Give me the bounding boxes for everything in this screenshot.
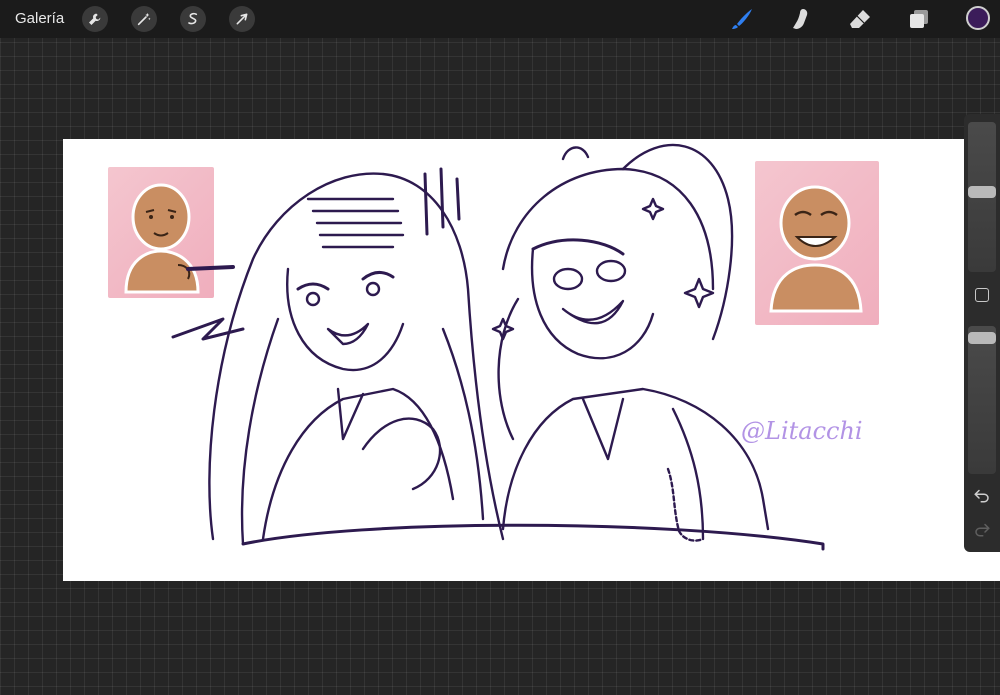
artist-signature: @Litacchi [741, 417, 863, 445]
modify-square-icon[interactable] [975, 288, 989, 302]
redo-arrow-icon [975, 523, 990, 537]
redo-button[interactable] [973, 520, 991, 538]
top-toolbar: Galería [0, 0, 1000, 38]
undo-arrow-icon [974, 489, 989, 503]
eraser-button[interactable] [847, 6, 873, 32]
brush-button[interactable] [729, 6, 755, 32]
wrench-icon [89, 13, 101, 25]
brush-opacity-thumb[interactable] [968, 332, 996, 344]
actions-button[interactable] [82, 6, 108, 32]
gallery-button[interactable]: Galería [15, 10, 64, 27]
magic-wand-icon [137, 13, 151, 26]
drawing-canvas[interactable]: @Litacchi [63, 139, 1000, 581]
selection-s-icon [188, 12, 198, 25]
selection-button[interactable] [180, 6, 206, 32]
adjustments-button[interactable] [131, 6, 157, 32]
transform-button[interactable] [229, 6, 255, 32]
eraser-icon [850, 10, 870, 28]
arrow-cursor-icon [236, 13, 248, 25]
smudge-button[interactable] [788, 6, 814, 32]
brush-opacity-slider[interactable] [968, 326, 996, 474]
layers-icon [910, 10, 928, 28]
layers-button[interactable] [906, 6, 932, 32]
brush-icon [732, 9, 752, 29]
color-picker-button[interactable] [966, 6, 990, 30]
character-line-art [171, 143, 825, 551]
smudge-finger-icon [793, 9, 808, 29]
undo-button[interactable] [973, 486, 991, 504]
brush-size-thumb[interactable] [968, 186, 996, 198]
brush-sidebar [964, 114, 1000, 552]
